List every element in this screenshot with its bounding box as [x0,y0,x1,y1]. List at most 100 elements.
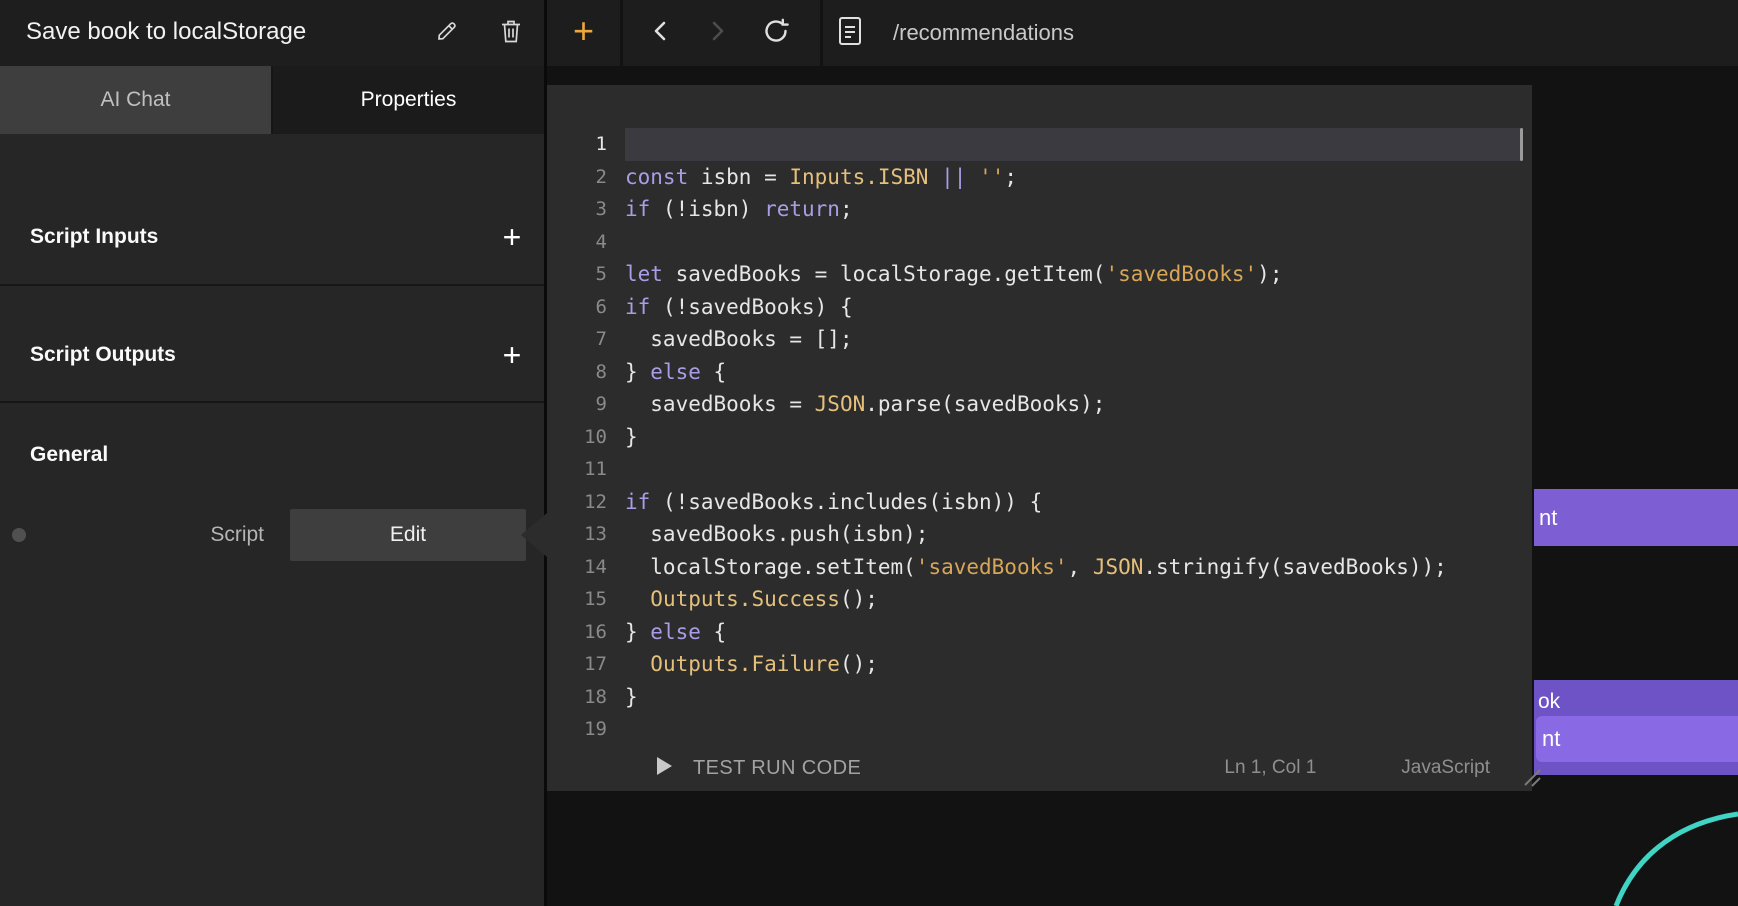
background-card-text: ok [1538,690,1560,714]
chevron-right-icon [707,16,729,51]
add-script-output-button[interactable]: + [494,337,530,373]
add-page-button[interactable]: + [573,10,594,52]
line-content [625,713,1532,746]
trash-icon [499,18,523,49]
line-content: savedBooks = []; [625,323,1532,356]
line-number: 5 [547,258,625,291]
background-button-text-2: nt [1542,726,1560,752]
code-line-12[interactable]: 12if (!savedBooks.includes(isbn)) { [547,486,1532,519]
line-number: 13 [547,518,625,551]
tab-ai-chat-label: AI Chat [100,88,170,112]
line-content: if (!savedBooks.includes(isbn)) { [625,486,1532,519]
scrollbar-thumb[interactable] [1520,128,1523,161]
code-editor: 12const isbn = Inputs.ISBN || '';3if (!i… [547,85,1532,791]
background-purple-card: ok nt [1534,680,1738,775]
code-line-10[interactable]: 10} [547,421,1532,454]
code-line-4[interactable]: 4 [547,226,1532,259]
section-general: General [30,442,108,468]
language-label: JavaScript [1401,757,1490,779]
script-field-label: Script [210,522,264,548]
line-number: 18 [547,681,625,714]
code-line-8[interactable]: 8} else { [547,356,1532,389]
line-number: 8 [547,356,625,389]
section-script-inputs: Script Inputs [30,224,158,250]
line-number: 14 [547,551,625,584]
tab-ai-chat[interactable]: AI Chat [0,66,273,134]
background-purple-button-2[interactable]: nt [1536,716,1738,762]
toolbar-nav-block [623,0,820,66]
line-content [625,128,1520,161]
page-document-icon[interactable] [837,15,863,52]
code-line-7[interactable]: 7 savedBooks = []; [547,323,1532,356]
script-edit-label: Edit [390,523,426,547]
script-edit-button[interactable]: Edit [290,509,526,561]
divider [0,284,544,286]
editor-status-bar: TEST RUN CODE Ln 1, Col 1 JavaScript [547,745,1532,791]
line-content: Outputs.Success(); [625,583,1532,616]
panel-tabs: AI Chat Properties [0,66,544,134]
background-purple-button[interactable]: nt [1534,489,1738,546]
tab-properties-label: Properties [361,88,457,112]
line-content: } [625,421,1532,454]
url-path[interactable]: /recommendations [893,20,1074,46]
app-root: { "left_panel": { "title": "Save book to… [0,0,1738,906]
line-content [625,453,1532,486]
line-content: } else { [625,616,1532,649]
code-line-19[interactable]: 19 [547,713,1532,746]
line-number: 1 [547,128,625,161]
back-button[interactable] [645,18,675,48]
line-number: 9 [547,388,625,421]
line-content: if (!isbn) return; [625,193,1532,226]
line-number: 11 [547,453,625,486]
code-line-16[interactable]: 16} else { [547,616,1532,649]
delete-button[interactable] [491,13,531,53]
test-run-button[interactable]: TEST RUN CODE [655,756,861,781]
line-number: 16 [547,616,625,649]
forward-button[interactable] [703,18,733,48]
refresh-icon [762,17,790,50]
code-line-6[interactable]: 6if (!savedBooks) { [547,291,1532,324]
code-line-14[interactable]: 14 localStorage.setItem('savedBooks', JS… [547,551,1532,584]
node-title: Save book to localStorage [26,18,306,46]
cursor-position: Ln 1, Col 1 [1224,757,1316,779]
line-content [625,226,1532,259]
line-content: Outputs.Failure(); [625,648,1532,681]
rename-button[interactable] [427,13,467,53]
line-content: const isbn = Inputs.ISBN || ''; [625,161,1532,194]
code-line-18[interactable]: 18} [547,681,1532,714]
line-content: localStorage.setItem('savedBooks', JSON.… [625,551,1532,584]
line-number: 19 [547,713,625,746]
tab-properties[interactable]: Properties [273,66,544,134]
code-line-2[interactable]: 2const isbn = Inputs.ISBN || ''; [547,161,1532,194]
properties-panel: Save book to localStorage AI Cha [0,0,544,906]
code-line-9[interactable]: 9 savedBooks = JSON.parse(savedBooks); [547,388,1532,421]
test-run-label: TEST RUN CODE [693,757,861,780]
code-line-11[interactable]: 11 [547,453,1532,486]
code-area[interactable]: 12const isbn = Inputs.ISBN || '';3if (!i… [547,85,1532,746]
code-line-1[interactable]: 1 [547,128,1532,161]
code-line-13[interactable]: 13 savedBooks.push(isbn); [547,518,1532,551]
line-number: 6 [547,291,625,324]
line-content: if (!savedBooks) { [625,291,1532,324]
divider [0,401,544,403]
line-number: 10 [547,421,625,454]
play-icon [655,756,673,781]
code-line-17[interactable]: 17 Outputs.Failure(); [547,648,1532,681]
chevron-left-icon [649,16,671,51]
line-number: 2 [547,161,625,194]
script-state-dot [12,528,26,542]
line-content: } else { [625,356,1532,389]
toolbar-url-block: /recommendations [823,0,1738,66]
line-content: savedBooks.push(isbn); [625,518,1532,551]
line-content: savedBooks = JSON.parse(savedBooks); [625,388,1532,421]
toolbar-add-block: + [547,0,620,66]
line-number: 7 [547,323,625,356]
code-line-5[interactable]: 5let savedBooks = localStorage.getItem('… [547,258,1532,291]
refresh-button[interactable] [761,18,791,48]
editor-resize-grip[interactable] [1519,763,1543,789]
editor-anchor-notch [521,513,547,557]
code-line-15[interactable]: 15 Outputs.Success(); [547,583,1532,616]
code-line-3[interactable]: 3if (!isbn) return; [547,193,1532,226]
section-script-outputs: Script Outputs [30,342,176,368]
add-script-input-button[interactable]: + [494,219,530,255]
